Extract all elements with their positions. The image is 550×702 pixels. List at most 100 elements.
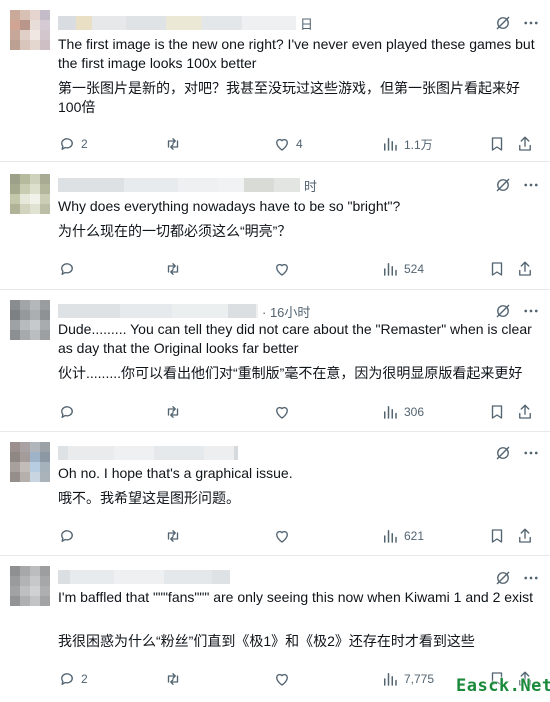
author-name-blurred [92,16,126,30]
avatar[interactable] [10,566,50,606]
like-icon [276,406,288,419]
bookmark-button[interactable] [488,258,506,280]
action-bar: 524 [58,258,538,280]
bookmark-icon [491,405,503,419]
author-row[interactable] [58,446,242,460]
reply-button[interactable]: 2 [58,668,88,690]
views-button[interactable]: 7,775 [381,668,434,690]
repost-icon [167,263,179,275]
author-row[interactable]: · 16小时 [58,302,310,321]
author-name-blurred [58,446,68,460]
action-bar: 621 [58,525,538,547]
post-text-en: Why does everything nowadays have to be … [58,198,401,214]
avatar[interactable] [10,174,50,214]
grok-icon[interactable] [494,444,512,462]
author-name-blurred [256,304,258,318]
post-time[interactable]: 时 [304,176,317,195]
watermark: Easck.Net [456,676,550,696]
like-count: 4 [296,137,303,151]
more-icon[interactable] [522,302,540,320]
like-button[interactable] [273,668,296,690]
post-text-en: I'm baffled that """fans""" are only see… [58,589,534,605]
author-name-blurred [244,178,274,192]
avatar[interactable] [10,10,50,50]
avatar[interactable] [10,300,50,340]
views-button[interactable]: 524 [381,258,424,280]
author-name-blurred [126,16,166,30]
repost-button[interactable] [164,401,187,423]
author-name-blurred [154,446,204,460]
like-button[interactable] [273,258,296,280]
share-button[interactable] [516,133,534,155]
post-text-en: Dude......... You can tell they did not … [58,321,532,356]
grok-icon[interactable] [494,569,512,587]
author-name-blurred [114,570,164,584]
author-name-blurred [58,570,70,584]
bookmark-button[interactable] [488,525,506,547]
like-button[interactable]: 4 [273,133,303,155]
views-icon [384,530,397,543]
views-count: 306 [404,405,425,419]
views-count: 621 [404,529,425,543]
more-icon[interactable] [522,444,540,462]
more-icon[interactable] [522,569,540,587]
bookmark-icon [491,529,503,543]
author-row[interactable]: 日 [58,14,313,33]
views-button[interactable]: 1.1万 [381,133,433,155]
author-name-blurred [76,16,92,30]
share-button[interactable] [516,401,534,423]
author-name-blurred [242,16,296,30]
reply-count: 2 [81,137,88,151]
reply-button[interactable] [58,525,81,547]
share-icon [519,404,531,419]
author-name-blurred [218,178,244,192]
grok-icon[interactable] [494,176,512,194]
more-icon[interactable] [522,14,540,32]
repost-button[interactable] [164,525,187,547]
reply-post[interactable]: Oh no. I hope that's a graphical issue. … [0,432,550,556]
reply-button[interactable] [58,401,81,423]
post-text-en: The first image is the new one right? I'… [58,36,535,71]
reply-button[interactable] [58,258,81,280]
author-name-blurred [202,16,242,30]
author-row[interactable] [58,570,234,584]
post-text-zh: 第一张图片是新的，对吧？我甚至没玩过这些游戏，但第一张图片看起来好100倍 [58,80,520,115]
bookmark-button[interactable] [488,401,506,423]
more-icon[interactable] [522,176,540,194]
author-name-blurred [172,304,228,318]
reply-post[interactable]: 日 The first image is the new one right? … [0,0,550,162]
author-row[interactable]: 时 [58,176,317,195]
views-button[interactable]: 306 [381,401,424,423]
author-name-blurred [124,178,178,192]
share-button[interactable] [516,258,534,280]
author-name-blurred [68,446,114,460]
like-button[interactable] [273,525,296,547]
author-name-blurred [212,570,230,584]
share-button[interactable] [516,525,534,547]
avatar[interactable] [10,442,50,482]
bookmark-button[interactable] [488,133,506,155]
reply-icon [61,138,73,150]
grok-icon[interactable] [494,14,512,32]
repost-button[interactable] [164,258,187,280]
reply-post[interactable]: · 16小时 Dude......... You can tell they d… [0,290,550,432]
post-time[interactable]: · 16小时 [262,302,310,321]
repost-button[interactable] [164,133,187,155]
views-icon [384,138,397,151]
like-icon [276,138,288,151]
grok-icon[interactable] [494,302,512,320]
like-icon [276,263,288,276]
post-text-en: Oh no. I hope that's a graphical issue. [58,465,293,481]
post-time[interactable]: 日 [300,14,313,33]
repost-button[interactable] [164,668,187,690]
author-name-blurred [164,570,212,584]
views-button[interactable]: 621 [381,525,424,547]
views-icon [384,263,397,276]
post-text-zh: 哦不。我希望这是图形问题。 [58,490,240,506]
reply-post[interactable]: 时 Why does everything nowadays have to b… [0,162,550,290]
bookmark-icon [491,262,503,276]
author-name-blurred [114,446,154,460]
like-button[interactable] [273,401,296,423]
reply-button[interactable]: 2 [58,133,88,155]
reply-icon [61,263,73,275]
